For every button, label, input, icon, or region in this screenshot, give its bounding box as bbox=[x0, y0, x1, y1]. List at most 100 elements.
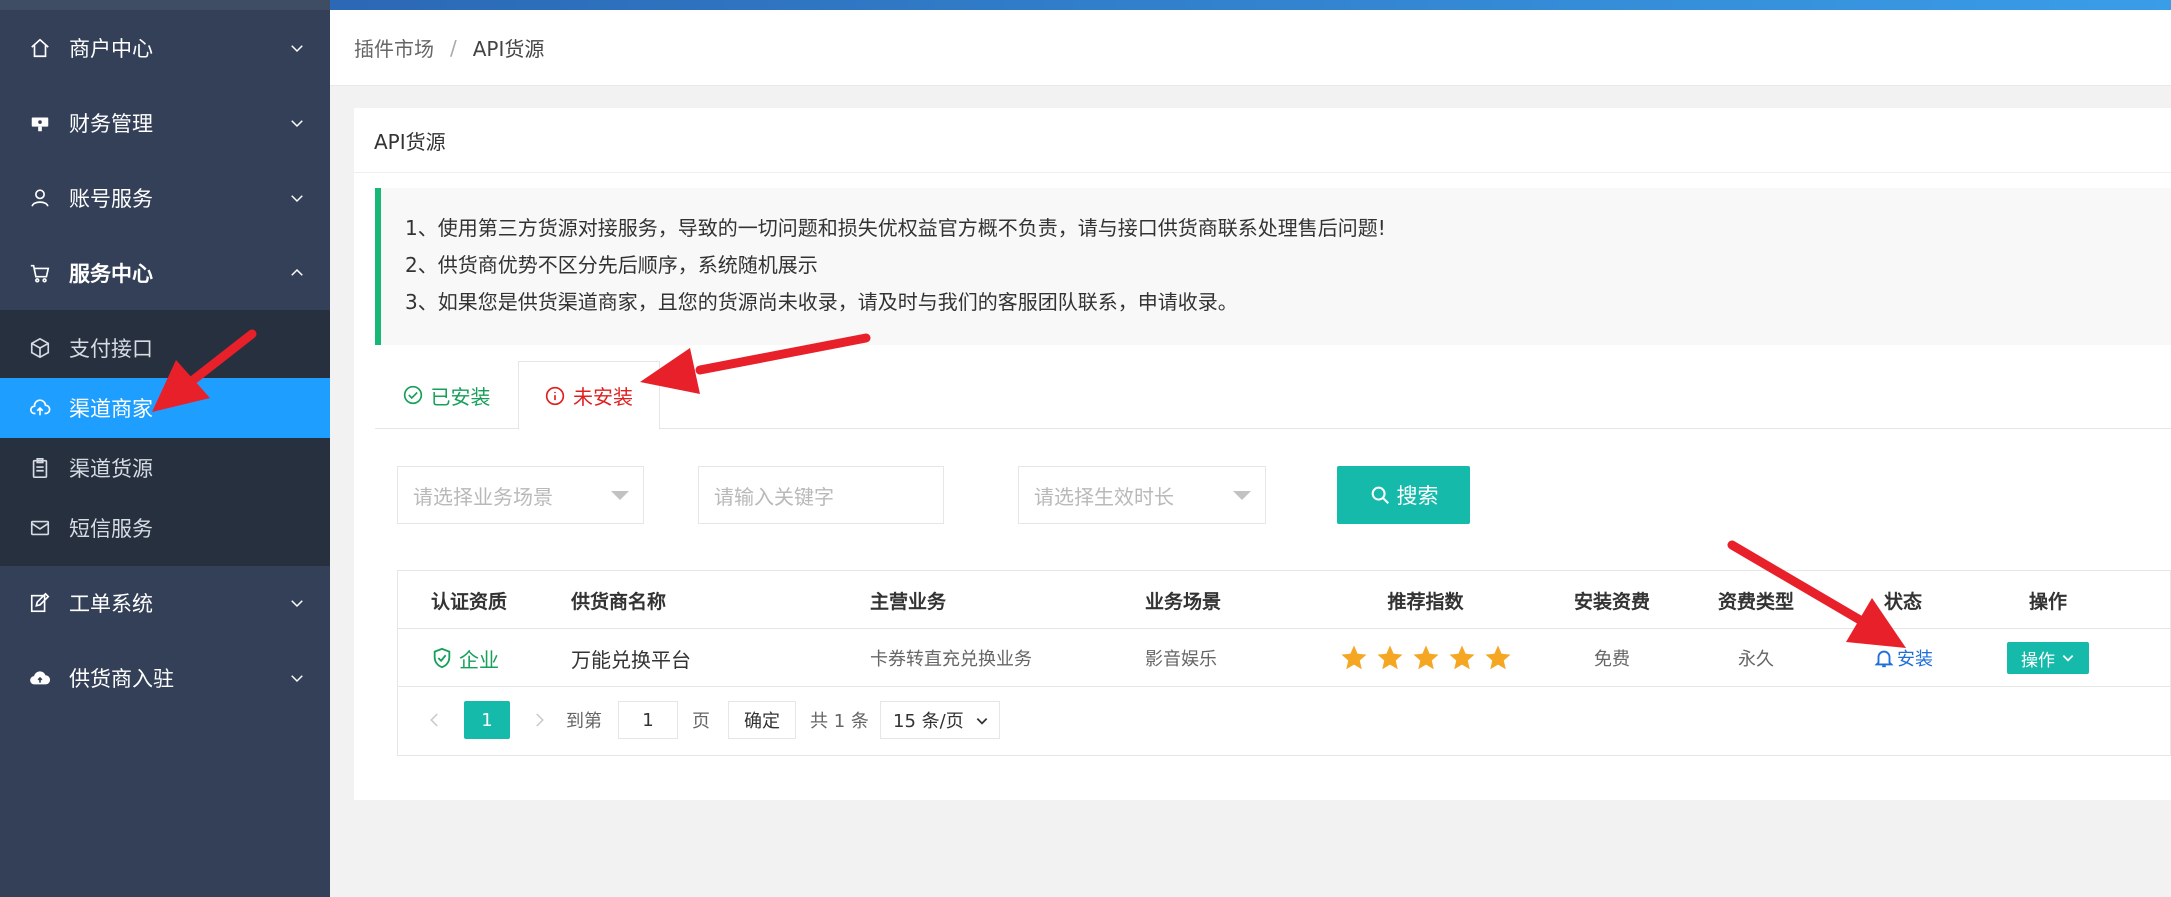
chevron-down-icon bbox=[291, 675, 303, 683]
cert-label: 企业 bbox=[459, 647, 499, 672]
column-header: 推荐指数 bbox=[1387, 590, 1464, 613]
sidebar-subitem-channel-source[interactable]: 渠道货源 bbox=[0, 438, 330, 498]
chevron-left-icon bbox=[430, 713, 438, 727]
sidebar-item-label: 供货商入驻 bbox=[69, 667, 174, 691]
home-icon bbox=[29, 37, 51, 59]
page-size-value: 15 条/页 bbox=[893, 711, 964, 732]
sidebar-item-account[interactable]: 账号服务 bbox=[0, 161, 330, 235]
notice-line: 1、使用第三方货源对接服务，导致的一切问题和损失优权益官方概不负责，请与接口供货… bbox=[405, 216, 1386, 240]
search-icon bbox=[1371, 486, 1389, 504]
column-header: 供货商名称 bbox=[571, 590, 667, 613]
sidebar-item-label: 账号服务 bbox=[69, 187, 153, 211]
sidebar-item-ticket-system[interactable]: 工单系统 bbox=[0, 566, 330, 640]
chevron-right-icon bbox=[536, 713, 544, 727]
tab-label: 未安装 bbox=[573, 385, 633, 409]
sidebar-top-strip bbox=[0, 0, 330, 10]
user-icon bbox=[29, 187, 51, 209]
install-link-label: 安装 bbox=[1897, 649, 1933, 670]
sidebar-item-label: 服务中心 bbox=[69, 262, 153, 286]
tab-label: 已安装 bbox=[430, 384, 491, 409]
cert-badge: 企业 bbox=[431, 629, 499, 687]
tab-uninstalled[interactable]: 未安装 bbox=[518, 361, 660, 430]
table-header: 认证资质 供货商名称 主营业务 业务场景 推荐指数 安装资费 资费类型 状态 操… bbox=[398, 571, 2170, 629]
card-divider bbox=[354, 172, 2171, 173]
page-label: 页 bbox=[692, 711, 710, 732]
caret-down-icon bbox=[1233, 491, 1251, 500]
duration-select-placeholder: 请选择生效时长 bbox=[1034, 484, 1174, 509]
supplier-name: 万能兑换平台 bbox=[571, 647, 691, 672]
chevron-down-icon bbox=[2062, 655, 2074, 662]
sidebar-item-label: 商户中心 bbox=[69, 37, 153, 61]
breadcrumb-separator: / bbox=[450, 35, 457, 60]
prev-page-button[interactable] bbox=[420, 701, 450, 739]
install-fee: 免费 bbox=[1594, 649, 1630, 670]
top-accent-bar bbox=[330, 0, 2171, 10]
action-button-label: 操作 bbox=[2021, 650, 2055, 671]
column-header: 状态 bbox=[1883, 590, 1922, 613]
pagination: 1 到第 1 页 确定 共 1 条 15 条/页 bbox=[398, 687, 2170, 755]
chevron-down-icon bbox=[291, 600, 303, 608]
sidebar-item-supplier-onboarding[interactable]: 供货商入驻 bbox=[0, 641, 330, 715]
action-cell: 操作 bbox=[1998, 629, 2098, 687]
sidebar-subitem-sms[interactable]: 短信服务 bbox=[0, 498, 330, 558]
action-dropdown-button[interactable]: 操作 bbox=[2007, 642, 2089, 674]
rating-stars bbox=[1318, 629, 1533, 687]
breadcrumb-parent[interactable]: 插件市场 bbox=[354, 33, 434, 62]
sidebar-subitem-payment[interactable]: 支付接口 bbox=[0, 318, 330, 378]
sidebar-subitem-label: 渠道货源 bbox=[69, 457, 153, 481]
sidebar-item-service-center[interactable]: 服务中心 bbox=[0, 236, 330, 310]
goto-label: 到第 bbox=[566, 711, 602, 732]
column-header: 主营业务 bbox=[870, 590, 947, 613]
star-icon bbox=[1377, 645, 1402, 670]
info-circle-icon bbox=[545, 386, 565, 405]
star-icon bbox=[1485, 645, 1510, 670]
finance-icon bbox=[29, 112, 51, 134]
clipboard-icon bbox=[29, 457, 51, 479]
cube-icon bbox=[29, 337, 51, 359]
install-link[interactable]: 安装 bbox=[1838, 629, 1968, 687]
notice-line: 3、如果您是供货渠道商家，且您的货源尚未收录，请及时与我们的客服团队联系，申请收… bbox=[405, 290, 1238, 314]
column-header: 操作 bbox=[2028, 590, 2067, 613]
sidebar-subitem-channel-merchant[interactable]: 渠道商家 bbox=[0, 378, 330, 438]
page-size-select[interactable]: 15 条/页 bbox=[880, 701, 1000, 739]
goto-page-input[interactable]: 1 bbox=[618, 701, 678, 739]
cloud-icon bbox=[29, 667, 51, 689]
sidebar-item-merchant-center[interactable]: 商户中心 bbox=[0, 11, 330, 85]
table-row: 企业 万能兑换平台 卡券转直充兑换业务 影音娱乐 免费 永久 安装 操作 bbox=[398, 629, 2170, 687]
sidebar: 商户中心 财务管理 账号服务 服务中心 支付接口 渠道商家 渠道货源 短信服务 … bbox=[0, 0, 330, 897]
scene-select[interactable]: 请选择业务场景 bbox=[397, 466, 644, 524]
column-header: 安装资费 bbox=[1573, 590, 1650, 613]
keyword-input[interactable]: 请输入关键字 bbox=[698, 466, 944, 524]
star-icon bbox=[1413, 645, 1438, 670]
tab-installed[interactable]: 已安装 bbox=[375, 361, 518, 429]
api-source-card: API货源 1、使用第三方货源对接服务，导致的一切问题和损失优权益官方概不负责，… bbox=[354, 108, 2171, 800]
cart-icon bbox=[29, 262, 51, 284]
chevron-down-icon bbox=[291, 195, 303, 203]
total-count: 共 1 条 bbox=[810, 711, 869, 732]
business-scene: 影音娱乐 bbox=[1145, 649, 1217, 670]
edit-icon bbox=[29, 592, 51, 614]
shield-check-icon bbox=[433, 647, 451, 669]
sidebar-subitem-label: 短信服务 bbox=[69, 517, 153, 541]
duration-select[interactable]: 请选择生效时长 bbox=[1018, 466, 1266, 524]
star-icon bbox=[1341, 645, 1366, 670]
scene-select-placeholder: 请选择业务场景 bbox=[413, 484, 553, 509]
sidebar-item-label: 财务管理 bbox=[69, 112, 153, 136]
page-number-current[interactable]: 1 bbox=[464, 701, 510, 739]
column-header: 业务场景 bbox=[1145, 590, 1222, 613]
search-button[interactable]: 搜索 bbox=[1337, 466, 1470, 524]
sidebar-subitem-label: 渠道商家 bbox=[69, 397, 153, 421]
sidebar-item-finance[interactable]: 财务管理 bbox=[0, 86, 330, 160]
next-page-button[interactable] bbox=[524, 701, 554, 739]
notice-line: 2、供货商优势不区分先后顺序，系统随机展示 bbox=[405, 253, 818, 277]
column-header: 认证资质 bbox=[431, 590, 508, 613]
goto-confirm-button[interactable]: 确定 bbox=[728, 701, 796, 739]
sidebar-item-label: 工单系统 bbox=[69, 592, 153, 616]
check-circle-icon bbox=[403, 385, 422, 405]
breadcrumb-current: API货源 bbox=[472, 37, 545, 61]
breadcrumb: 插件市场 / API货源 bbox=[330, 10, 2171, 86]
chevron-down-icon bbox=[976, 718, 988, 725]
mail-icon bbox=[29, 517, 51, 539]
star-icon bbox=[1449, 645, 1474, 670]
chevron-up-icon bbox=[291, 268, 303, 276]
